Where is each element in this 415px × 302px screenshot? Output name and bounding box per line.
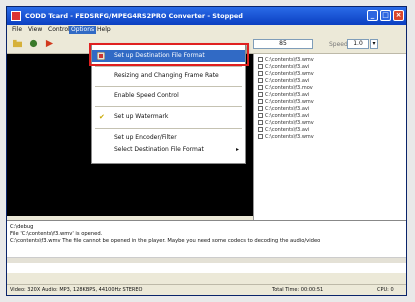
- checkbox[interactable]: [258, 127, 263, 132]
- close-button[interactable]: ×: [393, 10, 404, 21]
- list-item[interactable]: C:\contents\f3.wmv: [258, 71, 314, 78]
- options-menu-dropdown: Set up Destination File Format Resizing …: [91, 43, 246, 164]
- app-window: CODD Tcard - FEDSRFG/MPEG4RS2PRO Convert…: [6, 6, 407, 296]
- menu-control[interactable]: Control: [46, 26, 72, 34]
- window-title: CODD Tcard - FEDSRFG/MPEG4RS2PRO Convert…: [25, 12, 243, 20]
- checkbox[interactable]: [258, 92, 263, 97]
- checkbox[interactable]: [258, 71, 263, 76]
- speed-input[interactable]: 1.0: [347, 39, 369, 49]
- list-item[interactable]: C:\contents\f3.avi: [258, 64, 309, 71]
- checkbox[interactable]: [258, 64, 263, 69]
- log-panel[interactable]: C:\debug File 'C:\contents\f3.wmv' is op…: [7, 220, 406, 273]
- status-cpu: CPU: 0: [377, 287, 394, 293]
- list-item[interactable]: C:\contents\f3.avi: [258, 92, 309, 99]
- open-folder-icon[interactable]: [13, 39, 22, 48]
- list-item[interactable]: C:\contents\f3.avi: [258, 106, 309, 113]
- list-item[interactable]: C:\contents\f3.wmv: [258, 134, 314, 141]
- checkbox[interactable]: [258, 134, 263, 139]
- status-media-info: Video: 320X Audio: MP3, 128KBPS, 44100Hz…: [10, 287, 143, 293]
- checkbox[interactable]: [258, 78, 263, 83]
- list-item[interactable]: C:\contents\f3.avi: [258, 78, 309, 85]
- menu-view[interactable]: View: [26, 26, 44, 34]
- value-box[interactable]: 85: [253, 39, 313, 49]
- list-item[interactable]: C:\contents\f3.avi: [258, 127, 309, 134]
- menu-item-encoder-filter[interactable]: Set up Encoder/Filter: [92, 132, 245, 144]
- app-icon: [11, 11, 21, 21]
- menu-item-destination-format[interactable]: Set up Destination File Format: [92, 50, 245, 62]
- menu-item-select-format[interactable]: Select Destination File Format ▸: [92, 144, 245, 156]
- menu-item-speed-control[interactable]: Enable Speed Control: [92, 90, 245, 102]
- menu-help[interactable]: Help: [95, 26, 113, 34]
- log-line: C:\debug: [10, 224, 34, 230]
- list-item[interactable]: C:\contents\f3.wmv: [258, 99, 314, 106]
- submenu-arrow-icon: ▸: [235, 146, 239, 153]
- checkbox[interactable]: [258, 85, 263, 90]
- horizontal-scrollbar[interactable]: [7, 257, 406, 263]
- format-icon: [97, 52, 105, 60]
- log-line: File 'C:\contents\f3.wmv' is opened.: [10, 231, 103, 237]
- speed-label: Speed: [329, 41, 348, 48]
- list-item[interactable]: C:\contents\f3.wmv: [258, 57, 314, 64]
- menu-bar: File View Control Options Help: [7, 25, 406, 35]
- minimize-button[interactable]: _: [367, 10, 378, 21]
- play-icon[interactable]: [45, 39, 54, 48]
- speed-spinner[interactable]: ▾: [370, 39, 378, 49]
- menu-item-watermark[interactable]: ✔ Set up Watermark: [92, 111, 245, 123]
- log-line: C:\contents\f3.wmv The file cannot be op…: [10, 238, 321, 244]
- list-item[interactable]: C:\contents\f3.avi: [258, 113, 309, 120]
- title-bar[interactable]: CODD Tcard - FEDSRFG/MPEG4RS2PRO Convert…: [7, 7, 406, 25]
- check-icon: ✔: [99, 113, 105, 121]
- checkbox[interactable]: [258, 57, 263, 62]
- checkbox[interactable]: [258, 99, 263, 104]
- list-item[interactable]: C:\contents\f3.wmv: [258, 120, 314, 127]
- menu-item-resizing[interactable]: Resizing and Changing Frame Rate: [92, 70, 245, 82]
- maximize-button[interactable]: □: [380, 10, 391, 21]
- checkbox[interactable]: [258, 113, 263, 118]
- convert-icon[interactable]: [29, 39, 38, 48]
- status-bar: Video: 320X Audio: MP3, 128KBPS, 44100Hz…: [7, 284, 406, 295]
- menu-file[interactable]: File: [10, 26, 24, 34]
- status-total-time: Total Time: 00:00:51: [272, 287, 324, 293]
- checkbox[interactable]: [258, 120, 263, 125]
- menu-divider: [95, 128, 242, 129]
- list-item[interactable]: C:\contents\f3.mov: [258, 85, 313, 92]
- menu-divider: [95, 86, 242, 87]
- menu-divider: [95, 66, 242, 67]
- menu-divider: [95, 106, 242, 107]
- checkbox[interactable]: [258, 106, 263, 111]
- menu-options[interactable]: Options: [69, 26, 97, 34]
- file-list[interactable]: C:\contents\f3.wmv C:\contents\f3.avi C:…: [253, 54, 406, 220]
